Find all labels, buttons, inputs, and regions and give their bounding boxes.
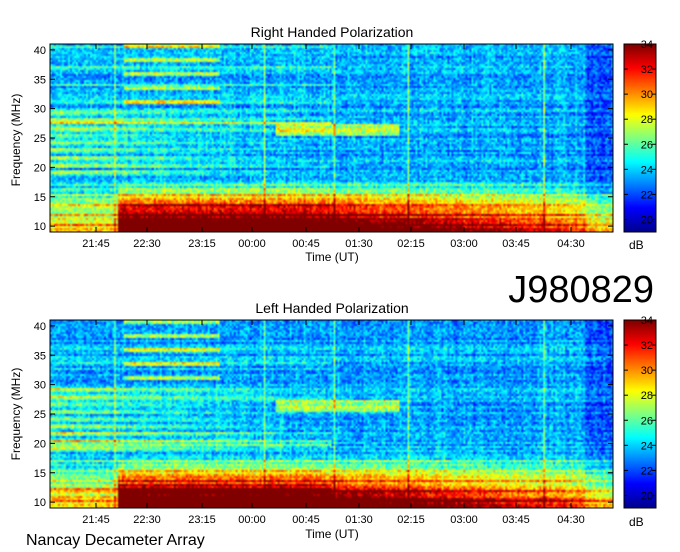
colorbar-tick-label: 22 (641, 189, 653, 201)
ytick-label: 30 (34, 380, 46, 392)
xtick-label: 00:00 (238, 238, 266, 250)
xtick-label: 01:30 (345, 238, 373, 250)
right-colorbar-unit: dB (629, 238, 644, 252)
ytick-label: 15 (34, 468, 46, 480)
xtick-label: 00:45 (292, 514, 320, 526)
right-panel-title: Right Handed Polarization (251, 24, 414, 40)
ytick-label: 35 (34, 350, 46, 362)
right-polarization-panel: Right Handed Polarization Frequency (MHz… (9, 24, 657, 264)
left-colorbar-unit: dB (629, 515, 644, 529)
ytick-label: 25 (34, 409, 46, 421)
left-polarization-panel: Left Handed Polarization Frequency (MHz)… (9, 300, 657, 541)
ytick-label: 20 (34, 438, 46, 450)
xtick-label: 03:00 (450, 238, 478, 250)
xtick-label: 04:30 (557, 514, 585, 526)
xtick-label: 04:30 (557, 238, 585, 250)
ytick-label: 10 (34, 221, 46, 233)
colorbar-tick-label: 24 (641, 440, 653, 452)
xtick-label: 03:00 (450, 514, 478, 526)
right-colorbar: 20 22 24 26 28 30 32 34 dB (623, 39, 657, 252)
xtick-label: 21:45 (82, 238, 110, 250)
xtick-label: 23:15 (188, 514, 216, 526)
xtick-label: 00:00 (238, 514, 266, 526)
xtick-label: 21:45 (82, 514, 110, 526)
colorbar-tick-label: 34 (641, 315, 653, 327)
left-colorbar: 20 22 24 26 28 30 32 34 dB (623, 315, 657, 529)
ytick-label: 40 (34, 321, 46, 333)
ytick-label: 15 (34, 192, 46, 204)
ytick-label: 20 (34, 162, 46, 174)
colorbar-tick-label: 28 (641, 390, 653, 402)
left-spectrogram-image (50, 320, 613, 508)
colorbar-tick-label: 32 (641, 64, 653, 76)
colorbar-tick-label: 20 (641, 490, 653, 502)
xtick-label: 00:45 (292, 238, 320, 250)
right-xlabel: Time (UT) (305, 250, 359, 264)
colorbar-tick-label: 20 (641, 214, 653, 226)
left-heatmap (49, 319, 614, 509)
xtick-label: 22:30 (133, 238, 161, 250)
xtick-label: 03:45 (502, 514, 530, 526)
xtick-label: 22:30 (133, 514, 161, 526)
spectrogram-figure: Right Handed Polarization Frequency (MHz… (9, 24, 657, 549)
colorbar-tick-label: 22 (641, 465, 653, 477)
colorbar-tick-label: 30 (641, 365, 653, 377)
observation-id: J980829 (508, 269, 654, 311)
colorbar-tick-label: 26 (641, 415, 653, 427)
left-ylabel: Frequency (MHz) (9, 368, 23, 461)
right-ylabel: Frequency (MHz) (9, 94, 23, 187)
ytick-label: 25 (34, 133, 46, 145)
xtick-label: 02:15 (397, 238, 425, 250)
footer-label: Nancay Decameter Array (26, 532, 205, 549)
ytick-label: 10 (34, 497, 46, 509)
right-spectrogram-image (50, 44, 613, 232)
colorbar-tick-label: 30 (641, 89, 653, 101)
xtick-label: 02:15 (397, 514, 425, 526)
right-heatmap (49, 43, 614, 233)
ytick-label: 30 (34, 104, 46, 116)
ytick-label: 35 (34, 74, 46, 86)
colorbar-tick-label: 34 (641, 39, 653, 51)
left-xlabel: Time (UT) (305, 527, 359, 541)
left-panel-title: Left Handed Polarization (255, 300, 408, 316)
colorbar-tick-label: 32 (641, 340, 653, 352)
colorbar-tick-label: 28 (641, 114, 653, 126)
ytick-label: 40 (34, 45, 46, 57)
xtick-label: 01:30 (345, 514, 373, 526)
xtick-label: 03:45 (502, 238, 530, 250)
colorbar-tick-label: 26 (641, 139, 653, 151)
xtick-label: 23:15 (188, 238, 216, 250)
colorbar-tick-label: 24 (641, 164, 653, 176)
